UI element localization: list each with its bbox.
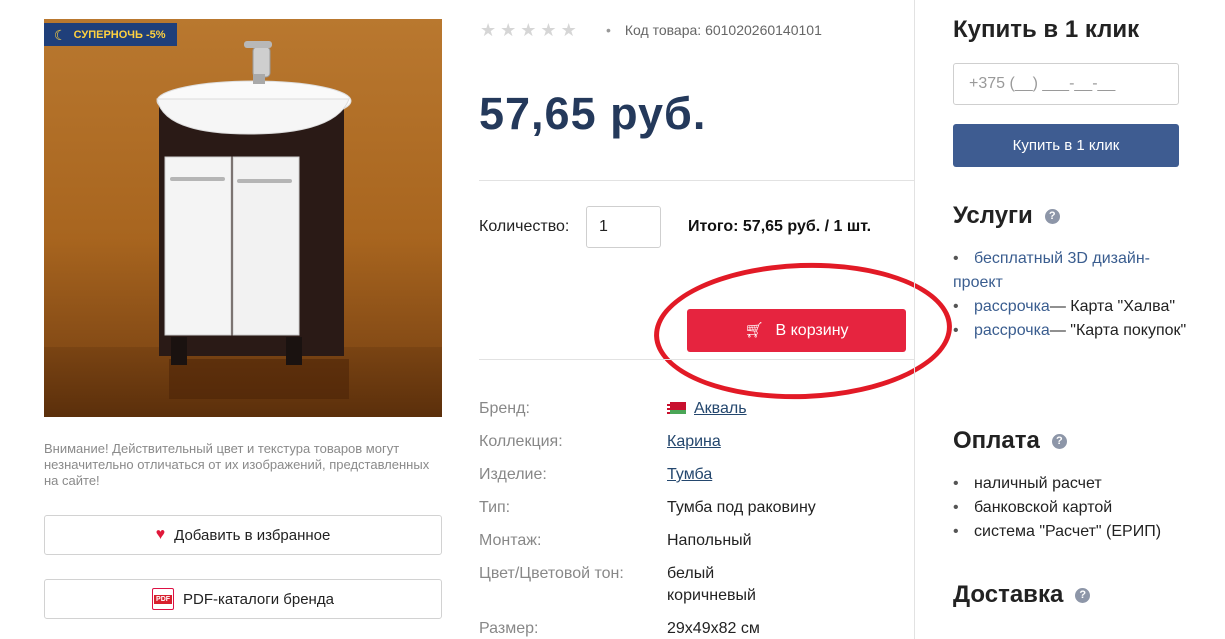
product-sku: • Код товара: 601020260140101	[606, 22, 822, 38]
spec-table: Бренд: Акваль Коллекция: Карина Изделие:…	[479, 398, 914, 639]
list-item: наличный расчет	[953, 472, 1193, 496]
add-to-favorites-label: Добавить в избранное	[174, 526, 331, 544]
spec-row-color: Цвет/Цветовой тон: белый коричневый	[479, 565, 756, 604]
star-icon[interactable]: ★	[561, 21, 577, 39]
spec-row-type: Тип: Тумба под раковину	[479, 499, 816, 516]
quantity-label: Количество:	[479, 218, 570, 235]
add-to-cart-label: В корзину	[775, 321, 849, 339]
star-icon[interactable]: ★	[540, 21, 556, 39]
spec-row-brand: Бренд: Акваль	[479, 400, 747, 417]
order-total: Итого: 57,65 руб. / 1 шт.	[688, 218, 872, 235]
spec-row-collection: Коллекция: Карина	[479, 431, 914, 453]
heart-icon: ♥	[155, 526, 166, 543]
help-icon[interactable]: ?	[1044, 208, 1060, 224]
moon-icon: ☾	[54, 26, 67, 43]
quantity-input[interactable]	[586, 206, 661, 248]
star-icon[interactable]: ★	[520, 21, 536, 39]
cart-icon: 🛒︎	[744, 322, 764, 339]
sku-label: Код товара:	[624, 22, 702, 38]
pdf-icon: PDF	[152, 588, 175, 610]
payment-title: Оплата ?	[953, 427, 1067, 455]
promo-badge: ☾ СУПЕРНОЧЬ -5%	[44, 23, 177, 46]
list-item: система "Расчет" (ЕРИП)	[953, 520, 1193, 544]
payment-list: наличный расчет банковской картой систем…	[953, 472, 1193, 544]
product-price: 57,65 руб.	[479, 88, 707, 139]
spec-row-mount: Монтаж: Напольный	[479, 532, 752, 549]
sku-value: 601020260140101	[705, 22, 822, 38]
delivery-title: Доставка ?	[953, 581, 1091, 609]
add-to-favorites-button[interactable]: ♥ Добавить в избранное	[44, 515, 442, 555]
star-icon[interactable]: ★	[500, 21, 516, 39]
pdf-catalogs-label: PDF-каталоги бренда	[183, 590, 334, 608]
list-item: рассрочка— "Карта покупок"	[953, 319, 1193, 343]
color-disclaimer: Внимание! Действительный цвет и текстура…	[44, 441, 430, 488]
add-to-cart-button[interactable]: 🛒︎ В корзину	[687, 309, 906, 352]
promo-badge-label: СУПЕРНОЧЬ -5%	[73, 28, 166, 41]
divider	[479, 359, 914, 360]
rating-stars[interactable]: ★ ★ ★ ★ ★	[480, 21, 577, 39]
buy-one-click-title: Купить в 1 клик	[953, 16, 1140, 43]
help-icon[interactable]: ?	[1051, 433, 1067, 449]
separator-dot: •	[606, 22, 611, 38]
star-icon[interactable]: ★	[480, 21, 496, 39]
service-link-installment-card[interactable]: рассрочка	[974, 322, 1050, 339]
phone-input[interactable]	[953, 63, 1179, 105]
service-link-3d-design[interactable]: бесплатный 3D дизайн-проект	[953, 250, 1150, 291]
list-item: бесплатный 3D дизайн-проект	[953, 247, 1193, 295]
product-photo[interactable]	[44, 19, 442, 417]
pdf-catalogs-button[interactable]: PDF PDF-каталоги бренда	[44, 579, 442, 619]
spec-row-size: Размер: 29x49x82 см	[479, 620, 760, 637]
belarus-flag-icon	[667, 402, 686, 414]
brand-link[interactable]: Акваль	[694, 400, 747, 417]
services-title: Услуги ?	[953, 202, 1060, 230]
spec-row-item: Изделие: Тумба	[479, 464, 914, 486]
list-item: банковской картой	[953, 496, 1193, 520]
vanity-cabinet-illustration	[156, 41, 352, 399]
collection-link[interactable]: Карина	[667, 431, 721, 453]
help-icon[interactable]: ?	[1075, 587, 1091, 603]
buy-one-click-button[interactable]: Купить в 1 клик	[953, 124, 1179, 167]
column-divider	[914, 0, 915, 639]
service-link-installment-halva[interactable]: рассрочка	[974, 298, 1050, 315]
list-item: рассрочка— Карта "Халва"	[953, 295, 1193, 319]
services-list: бесплатный 3D дизайн-проект рассрочка— К…	[953, 247, 1193, 343]
divider	[479, 180, 914, 181]
item-link[interactable]: Тумба	[667, 464, 712, 486]
